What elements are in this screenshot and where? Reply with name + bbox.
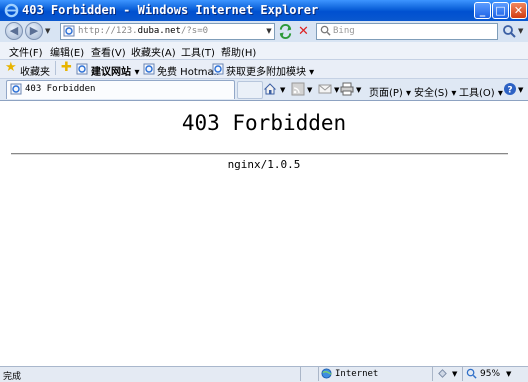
refresh-icon[interactable] <box>278 24 293 39</box>
mail-dropdown[interactable]: ▼ <box>334 86 339 94</box>
mail-icon[interactable] <box>318 82 332 96</box>
menu-tools[interactable]: 工具(T) <box>181 44 215 59</box>
page-content <box>0 100 528 366</box>
svg-text:?: ? <box>507 86 512 96</box>
home-dropdown[interactable]: ▼ <box>280 86 285 94</box>
address-prefix: http://123. <box>78 26 138 36</box>
favorites-divider <box>55 61 56 75</box>
help-dropdown[interactable]: ▼ <box>518 86 523 94</box>
stop-icon[interactable]: ✕ <box>296 24 311 39</box>
window-title: 403 Forbidden - Windows Internet Explore… <box>22 3 319 17</box>
search-placeholder: Bing <box>333 26 355 36</box>
protected-mode-icon[interactable] <box>437 368 448 379</box>
minimize-button[interactable]: _ <box>474 2 491 19</box>
forward-button[interactable]: ▶ <box>25 22 43 40</box>
address-text[interactable]: http://123.duba.net/?s=0 <box>78 26 208 36</box>
safety-menu[interactable]: 安全(S) ▾ <box>414 84 456 99</box>
search-provider-icon <box>320 25 331 36</box>
menu-file[interactable]: 文件(F) <box>9 44 43 59</box>
status-divider <box>432 367 433 381</box>
zoom-dropdown[interactable]: ▼ <box>506 370 511 378</box>
menu-edit[interactable]: 编辑(E) <box>50 44 84 59</box>
protected-mode-dropdown[interactable]: ▼ <box>452 370 457 378</box>
help-icon[interactable]: ? <box>503 82 517 96</box>
suggested-sites-link[interactable]: 建议网站 ▾ <box>91 63 140 78</box>
add-favorite-icon[interactable]: ✚ <box>61 61 72 75</box>
status-divider <box>462 367 463 381</box>
address-suffix: /?s=0 <box>180 26 209 36</box>
hotmail-link[interactable]: 免费 Hotmail <box>157 63 219 78</box>
home-icon[interactable] <box>263 82 277 96</box>
star-icon[interactable]: ★ <box>5 61 17 75</box>
page-menu[interactable]: 页面(P) ▾ <box>369 84 411 99</box>
status-text: 完成 <box>3 372 22 382</box>
hotmail-icon <box>143 63 155 75</box>
feeds-dropdown[interactable]: ▼ <box>307 86 312 94</box>
addons-link[interactable]: 获取更多附加模块 ▾ <box>226 63 314 78</box>
new-tab-button[interactable] <box>237 81 263 99</box>
back-button[interactable]: ◀ <box>5 22 23 40</box>
maximize-button[interactable]: □ <box>492 2 509 19</box>
globe-icon <box>321 368 332 379</box>
search-options-dropdown[interactable]: ▼ <box>518 27 523 35</box>
forward-icon: ▶ <box>29 24 39 37</box>
page-icon <box>10 83 22 95</box>
security-zone[interactable]: Internet <box>335 369 378 379</box>
suggested-sites-icon <box>76 63 88 75</box>
ie-icon <box>4 3 19 18</box>
recent-pages-dropdown[interactable]: ▼ <box>45 27 50 35</box>
server-signature: nginx/1.0.5 <box>227 158 301 171</box>
addons-icon <box>212 63 224 75</box>
search-icon[interactable] <box>501 23 517 40</box>
feeds-icon[interactable] <box>291 82 305 96</box>
close-button[interactable]: ✕ <box>510 2 527 19</box>
page-heading: 403 Forbidden <box>181 111 347 135</box>
horizontal-rule <box>11 153 508 155</box>
print-dropdown[interactable]: ▼ <box>356 86 361 94</box>
address-dropdown[interactable]: ▼ <box>264 24 274 39</box>
zoom-icon[interactable] <box>466 368 477 379</box>
address-domain: duba.net <box>137 26 181 36</box>
menu-favorites[interactable]: 收藏夹(A) <box>131 44 176 59</box>
favorites-button[interactable]: 收藏夹 <box>20 63 50 78</box>
tools-menu[interactable]: 工具(O) ▾ <box>459 84 503 99</box>
menu-view[interactable]: 查看(V) <box>91 44 126 59</box>
back-icon: ◀ <box>9 24 19 37</box>
print-icon[interactable] <box>340 82 354 96</box>
zoom-level[interactable]: 95% <box>480 369 500 379</box>
menu-help[interactable]: 帮助(H) <box>221 44 256 59</box>
status-divider <box>300 367 301 381</box>
tab-label: 403 Forbidden <box>25 84 96 94</box>
status-divider <box>318 367 319 381</box>
page-icon <box>63 25 75 37</box>
status-bar <box>0 366 528 382</box>
